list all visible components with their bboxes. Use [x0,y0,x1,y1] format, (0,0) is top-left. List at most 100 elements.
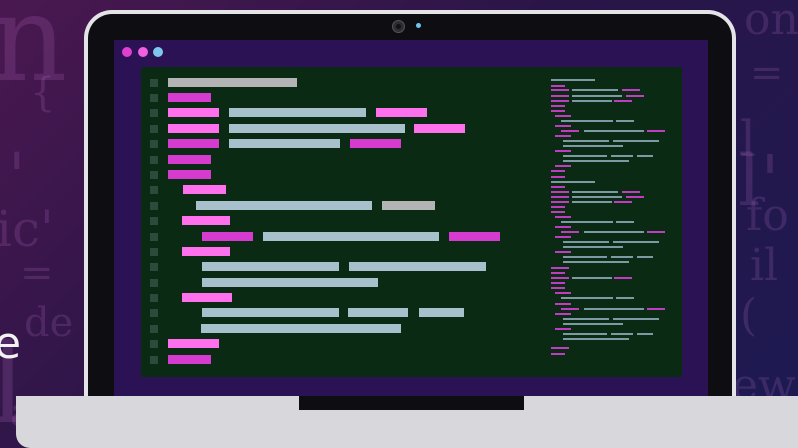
minimap-line [563,261,629,263]
code-token-block [168,93,211,102]
minimap-line [551,85,565,87]
cropped-heading-letter: e [0,318,22,369]
code-token-block [201,324,401,333]
window-dot-close[interactable] [122,47,132,57]
minimap-line [563,160,629,162]
minimap-line [551,100,569,102]
gutter-line-marker [150,109,158,117]
minimap-line [551,89,569,91]
code-token-block [168,108,219,117]
minimap-line [626,95,644,97]
minimap-line [616,297,634,299]
code-token-block [419,308,464,317]
code-token-block [202,278,378,287]
code-token-block [202,232,253,241]
code-token-block [183,185,226,194]
minimap-line [563,241,609,243]
camera-led [416,23,421,28]
minimap-line [572,95,622,97]
minimap-line [551,170,565,172]
minimap-line [622,89,640,91]
gutter-line-marker [150,248,158,256]
code-token-block [348,308,408,317]
minimap-line [555,165,571,167]
code-token-block [229,124,405,133]
minimap-line [622,191,640,193]
minimap-line [551,196,569,198]
minimap-line [572,191,618,193]
minimap-line [563,155,607,157]
minimap-line [637,155,653,157]
gutter-line-marker [150,279,158,287]
gutter-line-marker [150,156,158,164]
laptop-hinge-notch [299,396,524,410]
gutter-line-marker [150,263,158,271]
background-glyph: on [744,0,798,45]
gutter-line-marker [150,186,158,194]
code-token-block [168,78,297,87]
code-token-block [229,108,366,117]
minimap-line [611,256,633,258]
laptop-screen [114,40,708,398]
minimap-line [584,231,644,233]
minimap-line [551,105,565,107]
code-token-block [349,262,486,271]
gutter-line-marker [150,294,158,302]
minimap-line [551,110,565,112]
code-token-block [414,124,465,133]
background-glyph: fo [746,190,789,241]
minimap-line [572,196,622,198]
gutter-line-marker [150,94,158,102]
minimap-line [551,201,569,203]
minimap-line [551,176,565,178]
code-token-block [168,124,219,133]
gutter-line-marker [150,309,158,317]
minimap-line [647,231,665,233]
minimap-line [551,191,569,193]
minimap-line [572,201,612,203]
minimap-line [584,130,644,132]
minimap-line [584,308,644,310]
gutter-line-marker [150,79,158,87]
code-token-block [350,139,401,148]
code-token-block [182,247,230,256]
code-token-block [263,232,439,241]
minimap-line [555,313,571,315]
window-dot-minimize[interactable] [138,47,148,57]
gutter-line-marker [150,325,158,333]
minimap-line [555,251,571,253]
code-token-block [182,293,232,302]
code-token-block [182,216,230,225]
minimap-line [551,347,569,349]
minimap-line [555,303,571,305]
minimap-line [613,318,659,320]
gutter-line-marker [150,140,158,148]
minimap-line [551,79,595,81]
window-dot-maximize[interactable] [153,47,163,57]
background-glyph: ' [8,140,26,214]
gutter-line-marker [150,217,158,225]
minimap-line [555,236,571,238]
minimap-line [561,308,579,310]
background-glyph: l [740,110,756,168]
gutter-line-marker [150,233,158,241]
background-glyph: = [20,250,54,296]
minimap-line [555,216,571,218]
minimap-line [555,125,571,127]
minimap-line [611,333,633,335]
code-token-block [376,108,427,117]
code-token-block [196,201,372,210]
minimap-line [563,323,623,325]
minimap-line [551,206,565,208]
minimap-line [563,318,609,320]
minimap-line [555,150,571,152]
minimap-line [563,333,607,335]
minimap-line [637,256,653,258]
code-editor [141,67,682,377]
code-token-block [168,139,219,148]
minimap-line [563,246,623,248]
minimap-line [614,277,632,279]
minimap-line [551,282,565,284]
background-glyph: ( [740,290,758,341]
minimap-line [626,196,644,198]
